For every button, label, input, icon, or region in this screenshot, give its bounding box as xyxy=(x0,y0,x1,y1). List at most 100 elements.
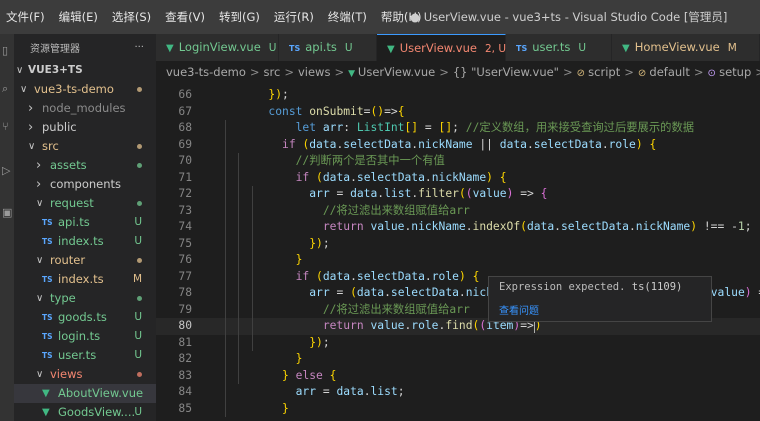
tree-item-components[interactable]: › components xyxy=(14,175,156,194)
code-line[interactable]: 70 //判断两个是否其中一个有值 xyxy=(156,153,760,170)
vue-file-icon: ▼ xyxy=(42,407,50,418)
code-line[interactable]: 81 }); xyxy=(156,335,760,352)
code-line[interactable]: 67 const onSubmit=()=>{ xyxy=(156,104,760,121)
tree-item-public[interactable]: › public xyxy=(14,118,156,137)
code-line[interactable]: 82 } xyxy=(156,351,760,368)
code-line[interactable]: 68 let arr: ListInt[] = []; //定义数组，用来接受查… xyxy=(156,120,760,137)
chevron-right-icon: > xyxy=(624,65,634,79)
code-line[interactable]: 83 } else { xyxy=(156,368,760,385)
code-line[interactable]: 74 return value.nickName.indexOf(data.se… xyxy=(156,219,760,236)
chevron-down-icon: ∨ xyxy=(16,65,24,76)
menu-file[interactable]: 文件(F) xyxy=(0,0,52,34)
debug-icon[interactable]: ▷ xyxy=(2,164,12,178)
code-line[interactable]: 75 }); xyxy=(156,236,760,253)
tree-item-request[interactable]: ∨ request xyxy=(14,194,156,213)
menu-run[interactable]: 运行(R) xyxy=(267,0,321,34)
git-status-badge: U xyxy=(134,235,142,247)
tab-status-badge: U xyxy=(578,42,587,54)
tree-item-views[interactable]: ∨ views xyxy=(14,365,156,384)
code-line[interactable]: 71 if (data.selectData.nickName) { xyxy=(156,170,760,187)
code-line[interactable]: 69 if (data.selectData.nickName || data.… xyxy=(156,137,760,154)
tree-item-router[interactable]: ∨ router xyxy=(14,251,156,270)
tree-item-src[interactable]: ∨ src xyxy=(14,137,156,156)
menu-go[interactable]: 转到(G) xyxy=(212,0,267,34)
breadcrumb-item[interactable]: default xyxy=(649,65,689,79)
menu-selection[interactable]: 选择(S) xyxy=(105,0,158,34)
breadcrumb-item[interactable]: script xyxy=(588,65,620,79)
chevron-right-icon: › xyxy=(28,101,34,116)
files-icon[interactable]: ▯ xyxy=(2,44,12,58)
vue-file-icon: ▼ xyxy=(166,43,174,54)
breadcrumb-item[interactable]: UserView.vue xyxy=(358,65,435,79)
code-editor[interactable]: 66 }); 67 const onSubmit=()=>{68 let arr:… xyxy=(156,83,760,421)
line-number: 79 xyxy=(178,302,192,316)
git-status-badge: U xyxy=(134,330,142,342)
status-dot xyxy=(137,201,142,206)
line-number: 67 xyxy=(178,104,192,118)
vue-file-icon: ▼ xyxy=(622,43,630,54)
code-line[interactable]: 85 } xyxy=(156,401,760,418)
workspace-root[interactable]: ∨ VUE3+TS xyxy=(14,61,156,80)
tree-item-aboutview-vue[interactable]: ▼ AboutView.vue xyxy=(14,384,156,403)
search-icon[interactable]: ⌕ xyxy=(2,82,12,96)
tab-homeview-vue[interactable]: ▼ HomeView.vue M xyxy=(612,34,760,61)
tab-user-ts[interactable]: TS user.ts U xyxy=(506,34,612,61)
line-number: 74 xyxy=(178,220,192,233)
breadcrumb: vue3-ts-demo > src > views > ▼ UserView.vue >{}… xyxy=(156,61,760,83)
workspace-label: VUE3+TS xyxy=(28,64,83,76)
typescript-file-icon: TS xyxy=(42,332,53,341)
line-number: 76 xyxy=(178,253,192,266)
menu-view[interactable]: 查看(V) xyxy=(158,0,212,34)
tree-item-index-ts[interactable]: TS index.ts U xyxy=(14,232,156,251)
breadcrumb-item[interactable]: views xyxy=(298,65,330,79)
tab-label: UserView.vue xyxy=(399,41,477,55)
view-problem-link[interactable]: 查看问题 xyxy=(499,302,539,317)
tree-item-vue3-ts-demo[interactable]: ∨ vue3-ts-demo xyxy=(14,80,156,99)
code-line[interactable]: 66 }); xyxy=(156,87,760,104)
tab-loginview-vue[interactable]: ▼ LoginView.vue U xyxy=(156,34,279,61)
typescript-file-icon: TS xyxy=(42,351,53,360)
tree-item-assets[interactable]: › assets xyxy=(14,156,156,175)
chevron-right-icon: > xyxy=(249,65,260,79)
menu-edit[interactable]: 编辑(E) xyxy=(52,0,105,34)
code-line[interactable]: 73 //将过滤出来数组赋值给arr xyxy=(156,203,760,220)
line-number: 82 xyxy=(178,352,192,365)
code-text: const onSubmit=()=>{ xyxy=(268,104,405,118)
hover-message: Expression expected. xyxy=(499,281,632,293)
breadcrumb-item[interactable]: vue3-ts-demo xyxy=(166,65,246,79)
tree-item-goodsview[interactable]: ▼ GoodsView.... U xyxy=(14,403,156,421)
tab-status-badge: U xyxy=(268,42,277,54)
indent-guide xyxy=(252,186,253,351)
tab-userview-vue[interactable]: ▼UserView.vue2, U● xyxy=(377,34,522,61)
tree-item-type[interactable]: ∨ type xyxy=(14,289,156,308)
extensions-icon[interactable]: ▣ xyxy=(2,206,12,220)
code-text: }); xyxy=(309,236,330,250)
source-control-icon[interactable]: ⑂ xyxy=(2,120,12,134)
chevron-down-icon: ∨ xyxy=(36,369,44,380)
status-dot xyxy=(137,87,142,92)
tree-item-user-ts[interactable]: TS user.ts U xyxy=(14,346,156,365)
menu-terminal[interactable]: 终端(T) xyxy=(321,0,374,34)
code-text: } else { xyxy=(282,368,337,382)
tree-item-goods-ts[interactable]: TS goods.ts U xyxy=(14,308,156,327)
more-actions-icon[interactable]: ··· xyxy=(134,42,144,53)
code-line[interactable]: 76 } xyxy=(156,252,760,269)
tree-item-login-ts[interactable]: TS login.ts U xyxy=(14,327,156,346)
git-status-badge: U xyxy=(134,406,142,418)
code-text: arr = data.list; xyxy=(295,385,405,398)
breadcrumb-item[interactable]: src xyxy=(264,65,281,79)
tree-item-index-ts[interactable]: TS index.ts M xyxy=(14,270,156,289)
line-number: 66 xyxy=(178,88,192,101)
code-line[interactable]: 72 arr = data.list.filter((value) => { xyxy=(156,186,760,203)
tab-api-ts[interactable]: TS api.ts U xyxy=(279,34,377,61)
chevron-right-icon: > xyxy=(439,65,449,79)
breadcrumb-item[interactable]: {} "UserView.vue" xyxy=(453,65,559,79)
typescript-file-icon: TS xyxy=(289,44,301,53)
breadcrumb-item[interactable]: setup xyxy=(719,65,751,79)
tree-item-node-modules[interactable]: › node_modules xyxy=(14,99,156,118)
chevron-down-icon: ∨ xyxy=(20,84,28,95)
tree-item-label: login.ts xyxy=(58,329,101,343)
tree-item-api-ts[interactable]: TS api.ts U xyxy=(14,213,156,232)
code-line[interactable]: 84 arr = data.list; xyxy=(156,384,760,401)
chevron-down-icon: ∨ xyxy=(36,198,44,209)
